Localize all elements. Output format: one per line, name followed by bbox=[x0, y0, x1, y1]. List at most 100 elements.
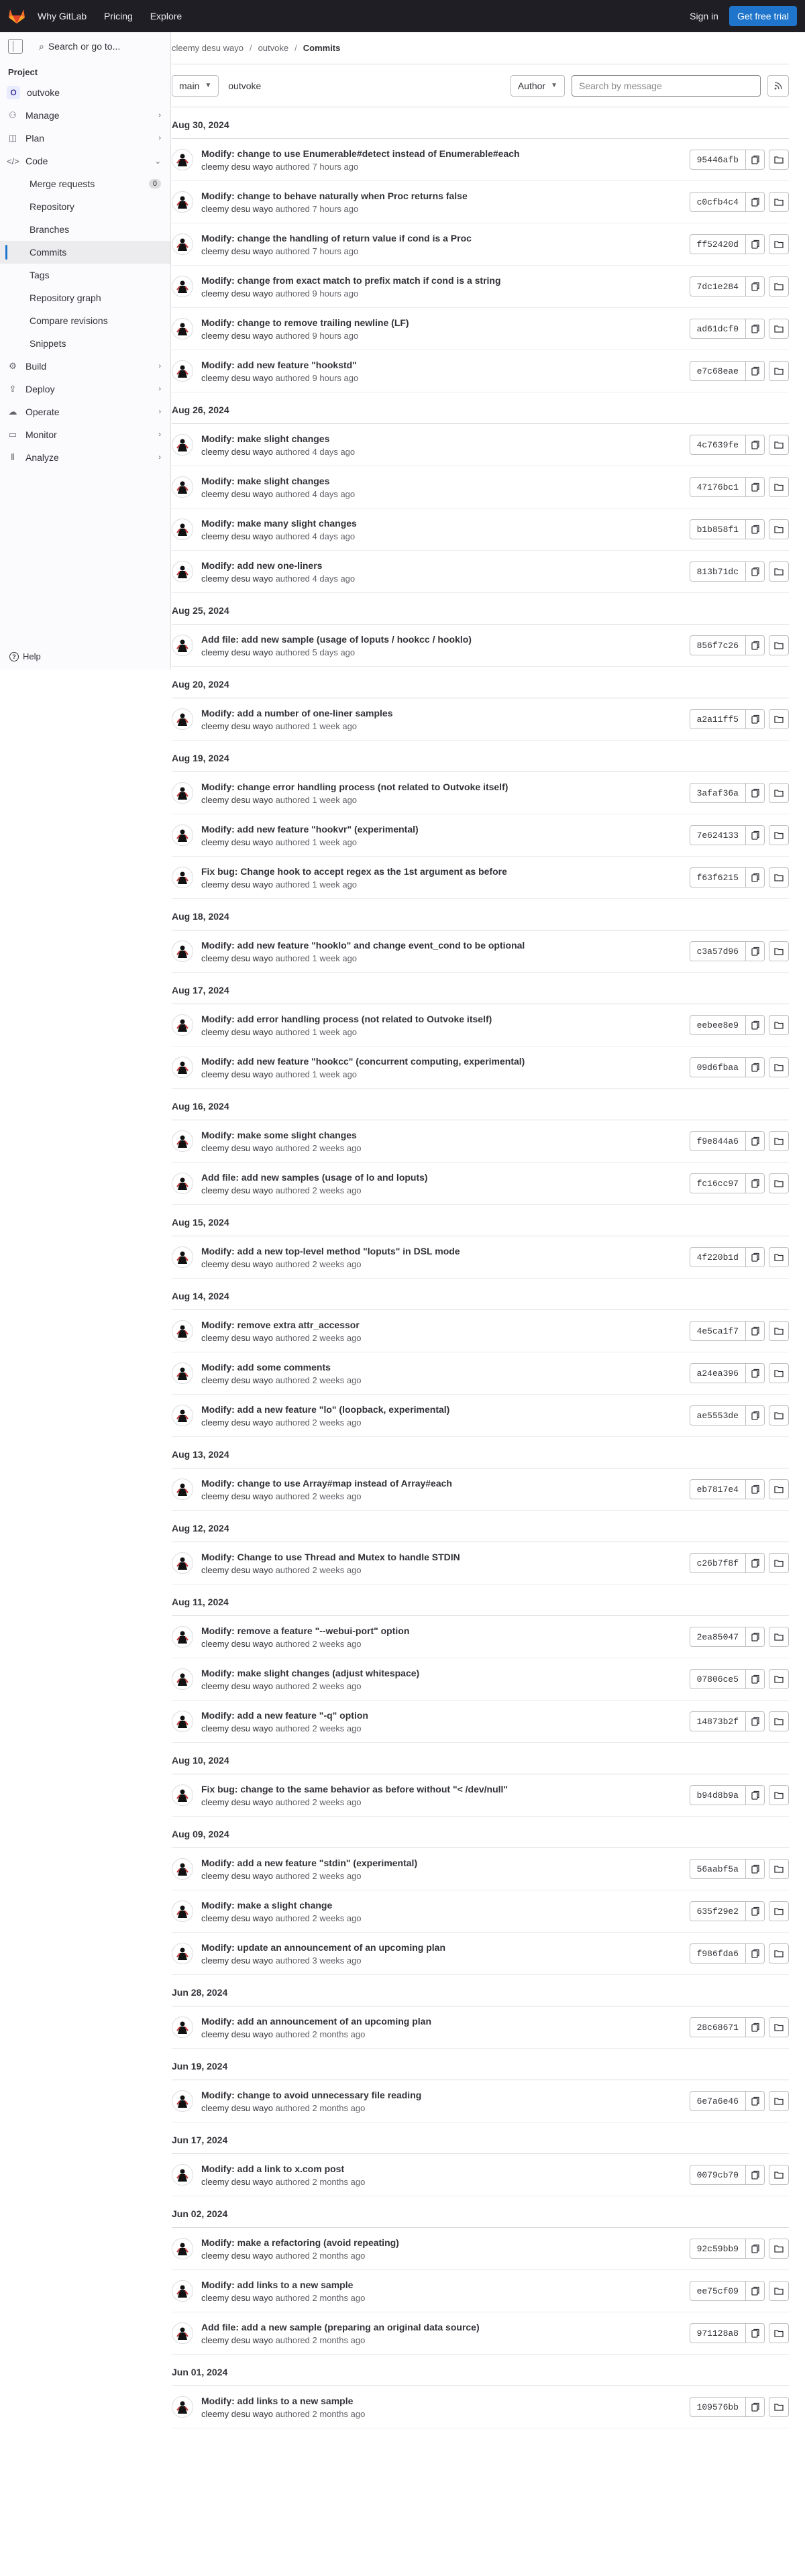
browse-files-icon[interactable] bbox=[769, 1943, 789, 1964]
commit-author[interactable]: cleemy desu wayo bbox=[201, 331, 273, 341]
avatar[interactable] bbox=[172, 1014, 193, 1036]
commit-author[interactable]: cleemy desu wayo bbox=[201, 721, 273, 731]
commit-sha-button[interactable]: 0079cb70 bbox=[689, 2165, 746, 2185]
sidebar-sub-repository[interactable]: Repository bbox=[0, 195, 170, 218]
avatar[interactable] bbox=[172, 191, 193, 213]
commit-sha-button[interactable]: 856f7c26 bbox=[689, 635, 746, 655]
commit-title[interactable]: Modify: change error handling process (n… bbox=[201, 782, 690, 792]
copy-icon[interactable] bbox=[746, 1363, 765, 1383]
browse-files-icon[interactable] bbox=[769, 150, 789, 170]
commit-sha-button[interactable]: 7e624133 bbox=[689, 825, 746, 845]
commit-author[interactable]: cleemy desu wayo bbox=[201, 1723, 273, 1733]
commit-sha-button[interactable]: 09d6fbaa bbox=[689, 1057, 746, 1077]
commit-author[interactable]: cleemy desu wayo bbox=[201, 2335, 273, 2345]
breadcrumb-user[interactable]: cleemy desu wayo bbox=[172, 43, 244, 53]
commit-title[interactable]: Add file: add new sample (usage of loput… bbox=[201, 634, 690, 645]
sidebar-item-analyze[interactable]: ⫴ Analyze › bbox=[0, 446, 170, 469]
commit-sha-button[interactable]: 07806ce5 bbox=[689, 1669, 746, 1689]
commit-sha-button[interactable]: 47176bc1 bbox=[689, 477, 746, 497]
avatar[interactable] bbox=[172, 1552, 193, 1574]
browse-files-icon[interactable] bbox=[769, 2091, 789, 2111]
commit-title[interactable]: Modify: change to use Enumerable#detect … bbox=[201, 148, 690, 159]
commit-sha-button[interactable]: c0cfb4c4 bbox=[689, 192, 746, 212]
commit-author[interactable]: cleemy desu wayo bbox=[201, 2029, 273, 2039]
sidebar-item-build[interactable]: ⚙ Build › bbox=[0, 355, 170, 378]
commit-sha-button[interactable]: ff52420d bbox=[689, 234, 746, 254]
avatar[interactable] bbox=[172, 1900, 193, 1922]
sidebar-sub-compare-revisions[interactable]: Compare revisions bbox=[0, 309, 170, 332]
copy-icon[interactable] bbox=[746, 2281, 765, 2301]
commit-sha-button[interactable]: 4f220b1d bbox=[689, 1247, 746, 1267]
branch-dropdown[interactable]: main ▼ bbox=[172, 74, 219, 97]
browse-files-icon[interactable] bbox=[769, 1669, 789, 1689]
avatar[interactable] bbox=[172, 149, 193, 170]
commit-author[interactable]: cleemy desu wayo bbox=[201, 837, 273, 847]
avatar[interactable] bbox=[172, 2164, 193, 2186]
avatar[interactable] bbox=[172, 2017, 193, 2038]
copy-icon[interactable] bbox=[746, 1627, 765, 1647]
copy-icon[interactable] bbox=[746, 1711, 765, 1731]
browse-files-icon[interactable] bbox=[769, 2165, 789, 2185]
browse-files-icon[interactable] bbox=[769, 477, 789, 497]
commit-author[interactable]: cleemy desu wayo bbox=[201, 2103, 273, 2113]
avatar[interactable] bbox=[172, 2280, 193, 2302]
copy-icon[interactable] bbox=[746, 2323, 765, 2343]
copy-icon[interactable] bbox=[746, 1553, 765, 1573]
browse-files-icon[interactable] bbox=[769, 1785, 789, 1805]
browse-files-icon[interactable] bbox=[769, 867, 789, 888]
avatar[interactable] bbox=[172, 276, 193, 297]
path-label[interactable]: outvoke bbox=[228, 80, 261, 91]
commit-title[interactable]: Modify: make many slight changes bbox=[201, 518, 690, 529]
avatar[interactable] bbox=[172, 434, 193, 455]
browse-files-icon[interactable] bbox=[769, 319, 789, 339]
copy-icon[interactable] bbox=[746, 276, 765, 297]
avatar[interactable] bbox=[172, 2090, 193, 2112]
copy-icon[interactable] bbox=[746, 234, 765, 254]
commit-title[interactable]: Modify: add error handling process (not … bbox=[201, 1014, 690, 1024]
copy-icon[interactable] bbox=[746, 477, 765, 497]
copy-icon[interactable] bbox=[746, 2165, 765, 2185]
commit-author[interactable]: cleemy desu wayo bbox=[201, 1143, 273, 1153]
browse-files-icon[interactable] bbox=[769, 1479, 789, 1499]
commit-sha-button[interactable]: 813b71dc bbox=[689, 561, 746, 582]
commit-search-input[interactable] bbox=[572, 74, 761, 97]
commit-author[interactable]: cleemy desu wayo bbox=[201, 1639, 273, 1649]
commit-title[interactable]: Modify: change to avoid unnecessary file… bbox=[201, 2090, 690, 2100]
rss-icon[interactable] bbox=[767, 74, 789, 97]
copy-icon[interactable] bbox=[746, 1943, 765, 1964]
avatar[interactable] bbox=[172, 1057, 193, 1078]
copy-icon[interactable] bbox=[746, 561, 765, 582]
browse-files-icon[interactable] bbox=[769, 361, 789, 381]
avatar[interactable] bbox=[172, 2322, 193, 2344]
browse-files-icon[interactable] bbox=[769, 2239, 789, 2259]
sidebar-sub-tags[interactable]: Tags bbox=[0, 264, 170, 286]
browse-files-icon[interactable] bbox=[769, 2323, 789, 2343]
browse-files-icon[interactable] bbox=[769, 1173, 789, 1193]
commit-sha-button[interactable]: 109576bb bbox=[689, 2397, 746, 2417]
commit-title[interactable]: Modify: make a slight change bbox=[201, 1900, 690, 1911]
copy-icon[interactable] bbox=[746, 150, 765, 170]
browse-files-icon[interactable] bbox=[769, 941, 789, 961]
avatar[interactable] bbox=[172, 318, 193, 339]
copy-icon[interactable] bbox=[746, 2091, 765, 2111]
commit-title[interactable]: Modify: make slight changes bbox=[201, 476, 690, 486]
copy-icon[interactable] bbox=[746, 319, 765, 339]
commit-sha-button[interactable]: fc16cc97 bbox=[689, 1173, 746, 1193]
commit-author[interactable]: cleemy desu wayo bbox=[201, 1333, 273, 1343]
breadcrumb-project[interactable]: outvoke bbox=[258, 43, 289, 53]
browse-files-icon[interactable] bbox=[769, 1627, 789, 1647]
browse-files-icon[interactable] bbox=[769, 709, 789, 729]
browse-files-icon[interactable] bbox=[769, 2397, 789, 2417]
commit-author[interactable]: cleemy desu wayo bbox=[201, 1185, 273, 1195]
commit-title[interactable]: Modify: add new one-liners bbox=[201, 560, 690, 571]
nav-explore[interactable]: Explore bbox=[150, 11, 182, 21]
browse-files-icon[interactable] bbox=[769, 1901, 789, 1921]
breadcrumb-current[interactable]: Commits bbox=[303, 43, 341, 53]
commit-sha-button[interactable]: 971128a8 bbox=[689, 2323, 746, 2343]
commit-title[interactable]: Modify: add a number of one-liner sample… bbox=[201, 708, 690, 718]
browse-files-icon[interactable] bbox=[769, 1711, 789, 1731]
commit-author[interactable]: cleemy desu wayo bbox=[201, 162, 273, 172]
sidebar-sub-merge-requests[interactable]: Merge requests 0 bbox=[0, 172, 170, 195]
browse-files-icon[interactable] bbox=[769, 561, 789, 582]
avatar[interactable] bbox=[172, 1943, 193, 1964]
